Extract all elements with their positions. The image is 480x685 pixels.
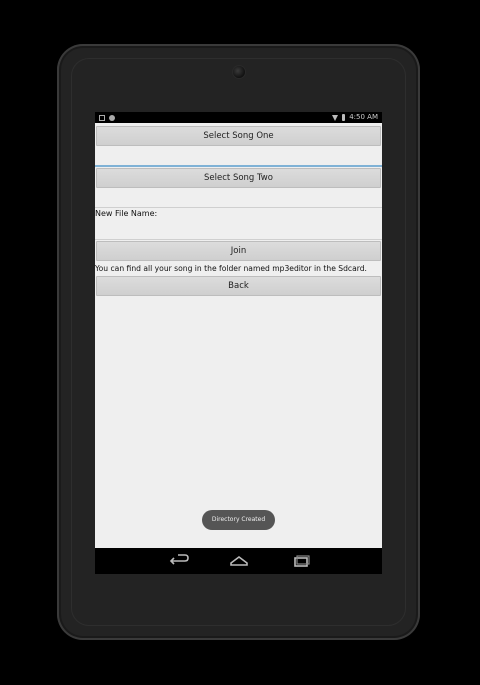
screen: 4:50 AM Select Song One Select Song Two … (95, 112, 382, 574)
info-text: You can find all your song in the folder… (95, 264, 367, 273)
recents-icon[interactable] (289, 553, 313, 569)
home-icon[interactable] (227, 553, 251, 569)
nav-bar (95, 548, 382, 574)
new-file-name-label: New File Name: (95, 209, 158, 218)
battery-icon (342, 114, 346, 121)
join-button[interactable]: Join (96, 241, 381, 261)
notification-icon (109, 114, 115, 121)
select-song-two-button[interactable]: Select Song Two (96, 168, 381, 188)
image-icon (99, 114, 105, 121)
select-song-one-button[interactable]: Select Song One (96, 126, 381, 146)
new-file-name-input[interactable] (95, 220, 382, 240)
song-two-field[interactable] (95, 188, 382, 208)
camera-icon (233, 66, 245, 78)
toast-message: Directory Created (202, 510, 275, 530)
song-one-field[interactable] (95, 147, 382, 167)
back-icon[interactable] (167, 553, 191, 569)
status-bar: 4:50 AM (95, 112, 382, 123)
app-content: Select Song One Select Song Two New File… (95, 123, 382, 548)
back-button[interactable]: Back (96, 276, 381, 296)
wifi-icon (332, 114, 339, 121)
status-time: 4:50 AM (349, 113, 378, 121)
